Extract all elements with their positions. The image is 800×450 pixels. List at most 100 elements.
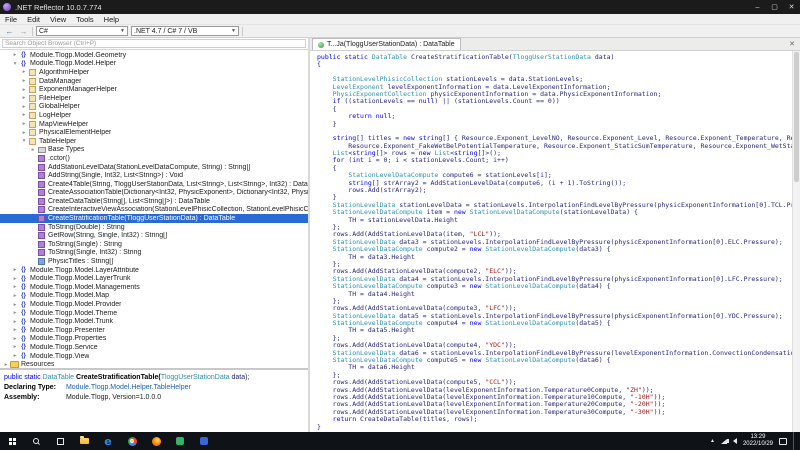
tree-item[interactable]: ▸Module.Tlogp.Presenter bbox=[0, 326, 308, 335]
method-icon bbox=[37, 215, 46, 223]
expand-arrow-icon[interactable]: ▸ bbox=[20, 121, 28, 127]
blue-app-button[interactable] bbox=[192, 432, 216, 450]
volume-icon[interactable] bbox=[733, 438, 737, 444]
tree-item[interactable]: Create4Table(String, TloggUserStationDat… bbox=[0, 180, 308, 189]
tree-item[interactable]: ▸Module.Tlogp.Model.Map bbox=[0, 292, 308, 301]
tree-item[interactable]: ▸Module.Tlogp.Model.Geometry bbox=[0, 51, 308, 60]
expand-arrow-icon[interactable]: ▸ bbox=[20, 87, 28, 93]
menu-tools[interactable]: Tools bbox=[71, 15, 99, 24]
expand-arrow-icon[interactable]: ▸ bbox=[11, 302, 19, 308]
forward-button[interactable]: → bbox=[18, 26, 29, 36]
title-bar[interactable]: .NET Reflector 10.0.7.774 – ▢ ✕ bbox=[0, 0, 800, 14]
tree-item[interactable]: ▸Module.Tlogp.View bbox=[0, 352, 308, 361]
tree-item[interactable]: ▸ExponentManagerHelper bbox=[0, 85, 308, 94]
expand-arrow-icon[interactable]: ▸ bbox=[11, 353, 19, 359]
tree-item[interactable]: ▸MapViewHelper bbox=[0, 120, 308, 129]
tree-item[interactable]: ▸Module.Tlogp.Service bbox=[0, 343, 308, 352]
taskbar-clock[interactable]: 13:29 2022/10/29 bbox=[743, 434, 773, 448]
tree-item[interactable]: ToString(Single, Int32) : String bbox=[0, 249, 308, 258]
tree-item[interactable]: CreateInteractiveViewAssociation(Station… bbox=[0, 206, 308, 215]
start-button[interactable] bbox=[0, 432, 24, 450]
expand-arrow-icon[interactable]: ▸ bbox=[20, 104, 28, 110]
tree-item[interactable]: ▸Module.Tlogp.Model.LayerTrunk bbox=[0, 274, 308, 283]
tree-item[interactable]: ▸Module.Tlogp.Model.LayerAttribute bbox=[0, 266, 308, 275]
expand-arrow-icon[interactable]: ▸ bbox=[11, 319, 19, 325]
framework-select[interactable]: .NET 4.7 / C# 7 / VB ▼ bbox=[131, 26, 239, 36]
menu-edit[interactable]: Edit bbox=[22, 15, 45, 24]
tree-item-label: DataManager bbox=[39, 78, 81, 85]
menu-help[interactable]: Help bbox=[99, 15, 124, 24]
edge-button[interactable] bbox=[96, 432, 120, 450]
menu-file[interactable]: File bbox=[0, 15, 22, 24]
tree-item[interactable]: ▸AlgorithmHelper bbox=[0, 68, 308, 77]
assembly-value[interactable]: Module.Tlogp, Version=1.0.0.0 bbox=[66, 394, 161, 401]
tree-item[interactable]: ▸Module.Tlogp.Model.Provider bbox=[0, 300, 308, 309]
tree-item[interactable]: ▸Base Types bbox=[0, 146, 308, 155]
chrome-button[interactable] bbox=[120, 432, 144, 450]
tree-item[interactable]: ▸ DataManager bbox=[0, 77, 308, 86]
tree-item[interactable]: AddString(Single, Int32, List<String>) :… bbox=[0, 171, 308, 180]
tree-item[interactable]: ToString(Double) : String bbox=[0, 223, 308, 232]
scrollbar-thumb[interactable] bbox=[794, 52, 799, 182]
green-app-button[interactable] bbox=[168, 432, 192, 450]
tree-item[interactable]: ▸Module.Tlogp.Model.Trunk bbox=[0, 317, 308, 326]
search-button[interactable] bbox=[24, 432, 48, 450]
tree-item[interactable]: ▸FileHelper bbox=[0, 94, 308, 103]
tree-item[interactable]: ▾Module.Tlogp.Model.Helper bbox=[0, 60, 308, 69]
firefox-button[interactable] bbox=[144, 432, 168, 450]
expand-arrow-icon[interactable]: ▸ bbox=[11, 293, 19, 299]
expand-arrow-icon[interactable]: ▸ bbox=[11, 267, 19, 273]
tree-item[interactable]: CreateAssociationTable(Dictionary<Int32,… bbox=[0, 189, 308, 198]
tree-item[interactable]: GetRow(String, Single, Int32) : String[] bbox=[0, 231, 308, 240]
tree-item[interactable]: ▸Resources bbox=[0, 360, 308, 368]
tree-item[interactable]: PhysicTitles : String[] bbox=[0, 257, 308, 266]
file-explorer-button[interactable] bbox=[72, 432, 96, 450]
tree-item[interactable]: ▸Module.Tlogp.Model.Managements bbox=[0, 283, 308, 292]
namespace-icon bbox=[19, 352, 28, 360]
minimize-button[interactable]: – bbox=[749, 0, 766, 14]
tree-item[interactable]: ▸GlobalHelper bbox=[0, 103, 308, 112]
collapse-arrow-icon[interactable]: ▾ bbox=[20, 138, 28, 144]
task-view-button[interactable] bbox=[48, 432, 72, 450]
tree-item[interactable]: CreateDataTable(String[], List<String[]>… bbox=[0, 197, 308, 206]
code-token: DataTable bbox=[372, 53, 407, 61]
show-desktop-button[interactable] bbox=[793, 432, 797, 450]
menu-view[interactable]: View bbox=[45, 15, 71, 24]
expand-arrow-icon[interactable]: ▸ bbox=[20, 95, 28, 101]
tree-item[interactable]: ToString(Single) : String bbox=[0, 240, 308, 249]
expand-arrow-icon[interactable]: ▸ bbox=[11, 344, 19, 350]
collapse-arrow-icon[interactable]: ▾ bbox=[11, 61, 19, 67]
tree-item[interactable]: .cctor() bbox=[0, 154, 308, 163]
code-tab[interactable]: T...Ja(TloggUserStationData) : DataTable bbox=[312, 38, 461, 50]
expand-arrow-icon[interactable]: ▸ bbox=[11, 52, 19, 58]
declaring-type-value[interactable]: Module.Tlogp.Model.Helper.TableHelper bbox=[66, 384, 191, 391]
tree-item[interactable]: ▸LogHelper bbox=[0, 111, 308, 120]
expand-arrow-icon[interactable]: ▸ bbox=[11, 276, 19, 282]
maximize-button[interactable]: ▢ bbox=[766, 0, 783, 14]
close-pane-icon[interactable]: ✕ bbox=[789, 40, 800, 50]
code-view[interactable]: public static DataTable CreateStratifica… bbox=[310, 51, 792, 432]
expand-arrow-icon[interactable]: ▸ bbox=[2, 362, 10, 368]
tree-item[interactable]: AddStationLevelData(StationLevelDataComp… bbox=[0, 163, 308, 172]
close-button[interactable]: ✕ bbox=[783, 0, 800, 14]
expand-arrow-icon[interactable]: ▸ bbox=[11, 327, 19, 333]
expand-arrow-icon[interactable]: ▸ bbox=[11, 284, 19, 290]
tree-item[interactable]: ▾TableHelper bbox=[0, 137, 308, 146]
expand-arrow-icon[interactable]: ▸ bbox=[20, 69, 28, 75]
tree-item[interactable]: ▸Module.Tlogp.Model.Theme bbox=[0, 309, 308, 318]
back-button[interactable]: ← bbox=[4, 26, 15, 36]
search-input[interactable] bbox=[2, 39, 306, 48]
expand-arrow-icon[interactable]: ▸ bbox=[20, 130, 28, 136]
tree-item[interactable]: CreateStratificationTable(TloggUserStati… bbox=[0, 214, 308, 223]
tree-item[interactable]: ▸Module.Tlogp.Properties bbox=[0, 335, 308, 344]
tray-up-arrow-icon[interactable] bbox=[710, 438, 715, 444]
expand-arrow-icon[interactable]: ▸ bbox=[11, 310, 19, 316]
expand-arrow-icon[interactable]: ▸ bbox=[11, 336, 19, 342]
expand-arrow-icon[interactable]: ▸ bbox=[29, 147, 37, 153]
expand-arrow-icon[interactable]: ▸ bbox=[20, 78, 28, 84]
vertical-scrollbar[interactable] bbox=[792, 51, 800, 432]
expand-arrow-icon[interactable]: ▸ bbox=[20, 112, 28, 118]
language-select[interactable]: C# ▼ bbox=[36, 26, 128, 36]
action-center-icon[interactable] bbox=[779, 438, 787, 445]
tree-item[interactable]: ▸PhysicalElementHelper bbox=[0, 128, 308, 137]
